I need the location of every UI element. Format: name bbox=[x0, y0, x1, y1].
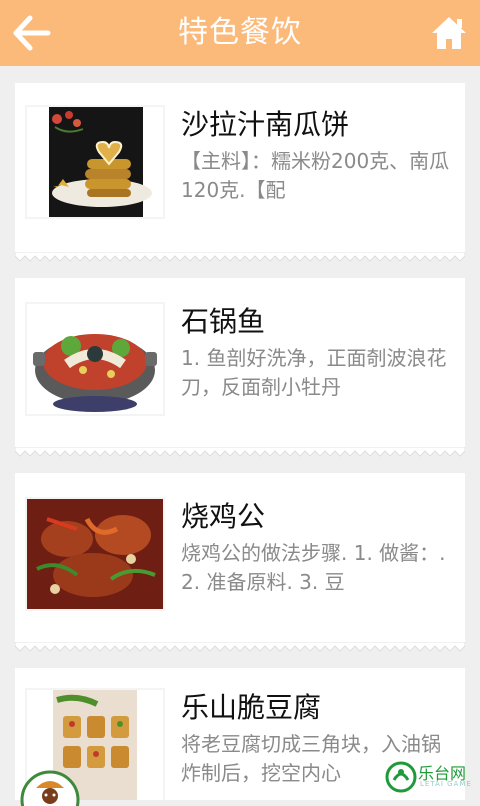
dish-name: 石锅鱼 bbox=[181, 305, 266, 338]
dish-name: 沙拉汁南瓜饼 bbox=[181, 108, 350, 141]
watermark: 乐台网 LETAI GAME bbox=[384, 756, 480, 800]
list-item[interactable]: 沙拉汁南瓜饼 【主料】：糯米粉200克、南瓜120克.【配 bbox=[15, 83, 465, 262]
card-edge bbox=[15, 252, 465, 262]
page-title: 特色餐饮 bbox=[178, 15, 302, 50]
top-bar: 特色餐饮 bbox=[0, 0, 480, 66]
card-edge bbox=[15, 447, 465, 457]
home-icon bbox=[432, 17, 466, 49]
dish-description: 烧鸡公的做法步骤. 1. 做酱：. 2. 准备原料. 3. 豆 bbox=[181, 541, 446, 594]
dish-name: 烧鸡公 bbox=[181, 500, 266, 533]
list-item[interactable]: 石锅鱼 1. 鱼剖好洗净，正面剞波浪花刀，反面剞小牡丹 bbox=[15, 278, 465, 457]
dish-thumbnail bbox=[25, 105, 165, 219]
watermark-subtext: LETAI GAME bbox=[420, 780, 472, 788]
chef-logo-icon bbox=[20, 770, 80, 806]
dish-thumbnail bbox=[25, 497, 165, 611]
card-edge bbox=[15, 642, 465, 652]
dish-description: 【主料】：糯米粉200克、南瓜120克.【配 bbox=[181, 149, 450, 202]
dish-name: 乐山脆豆腐 bbox=[181, 691, 322, 724]
dish-list: 沙拉汁南瓜饼 【主料】：糯米粉200克、南瓜120克.【配 石锅鱼 1. 鱼剖好… bbox=[0, 66, 480, 800]
watermark-logo-icon bbox=[385, 761, 417, 793]
dish-thumbnail bbox=[25, 302, 165, 416]
dish-description: 1. 鱼剖好洗净，正面剞波浪花刀，反面剞小牡丹 bbox=[181, 346, 447, 399]
home-button[interactable] bbox=[430, 14, 468, 52]
list-item[interactable]: 烧鸡公 烧鸡公的做法步骤. 1. 做酱：. 2. 准备原料. 3. 豆 bbox=[15, 473, 465, 652]
